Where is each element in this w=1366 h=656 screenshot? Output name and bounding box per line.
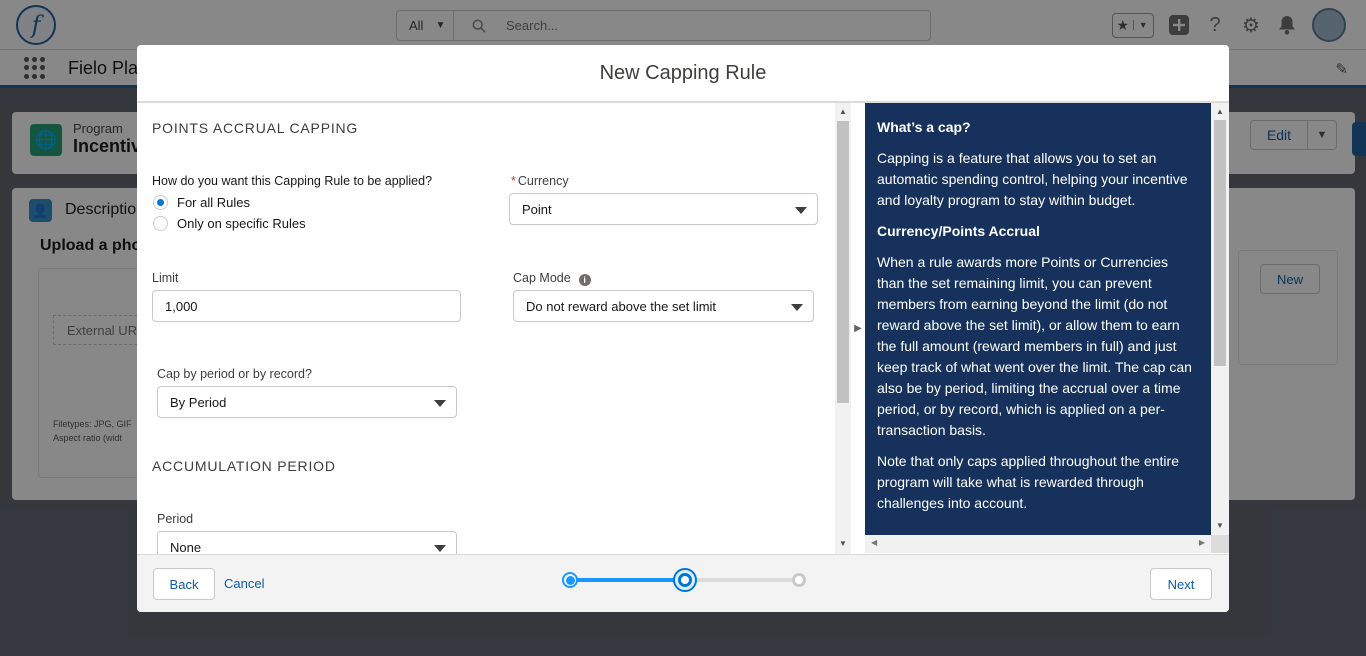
help-paragraph: Note that only caps applied throughout t… [877,453,1179,511]
help-horizontal-scrollbar[interactable]: ◀ ▶ [865,535,1211,553]
limit-label: Limit [152,271,179,285]
step-2-current[interactable] [675,570,695,590]
section-title-points-accrual: POINTS ACCRUAL CAPPING [152,120,359,136]
scroll-left-icon[interactable]: ◀ [871,538,877,547]
help-scrollbar[interactable]: ▲ ▼ [1211,103,1229,535]
collapse-panel-icon[interactable]: ▶ [851,103,865,554]
form-scrollbar[interactable]: ▲ ▼ [835,103,851,554]
modal-title: New Capping Rule [137,45,1229,103]
scrollbar-corner [1211,535,1229,553]
modal-footer: Back Cancel Next [137,554,1229,612]
radio-for-all-rules[interactable]: For all Rules [153,195,250,210]
help-panel: What’s a cap? Capping is a feature that … [865,103,1211,535]
section-title-accumulation-period: ACCUMULATION PERIOD [152,458,336,474]
period-select[interactable]: None [157,531,457,554]
scroll-right-icon[interactable]: ▶ [1199,538,1205,547]
help-heading-cap: What’s a cap? [877,119,971,135]
next-button[interactable]: Next [1150,568,1212,600]
cap-mode-select[interactable]: Do not reward above the set limit [513,290,814,322]
radio-specific-rules[interactable]: Only on specific Rules [153,216,306,231]
scrollbar-thumb[interactable] [837,121,849,403]
help-heading-currency: Currency/Points Accrual [877,223,1040,239]
limit-input[interactable]: 1,000 [152,290,461,322]
step-1-complete-icon[interactable] [562,572,578,588]
info-icon[interactable]: i [578,274,591,286]
step-3-pending[interactable] [792,573,806,587]
radio-button[interactable] [153,216,168,231]
scrollbar-thumb[interactable] [1214,120,1226,366]
capping-form: POINTS ACCRUAL CAPPING How do you want t… [137,103,835,554]
help-paragraph: Capping is a feature that allows you to … [877,150,1188,208]
cap-mode-label: Cap Mode i [513,271,591,286]
cap-by-label: Cap by period or by record? [157,367,312,381]
new-capping-rule-modal: New Capping Rule POINTS ACCRUAL CAPPING … [137,45,1229,612]
cancel-button[interactable]: Cancel [224,576,264,591]
scroll-down-icon[interactable]: ▼ [839,539,847,548]
cap-by-select[interactable]: By Period [157,386,457,418]
scroll-up-icon[interactable]: ▲ [1216,107,1224,116]
radio-button[interactable] [153,195,168,210]
currency-label: * Currency [511,174,569,188]
currency-select[interactable]: Point [509,193,818,225]
back-button[interactable]: Back [153,568,215,600]
scroll-up-icon[interactable]: ▲ [839,107,847,116]
period-label: Period [157,512,194,526]
help-paragraph: When a rule awards more Points or Curren… [877,254,1192,438]
scroll-down-icon[interactable]: ▼ [1216,521,1224,530]
apply-question-label: How do you want this Capping Rule to be … [152,174,433,188]
progress-fill [577,578,685,582]
